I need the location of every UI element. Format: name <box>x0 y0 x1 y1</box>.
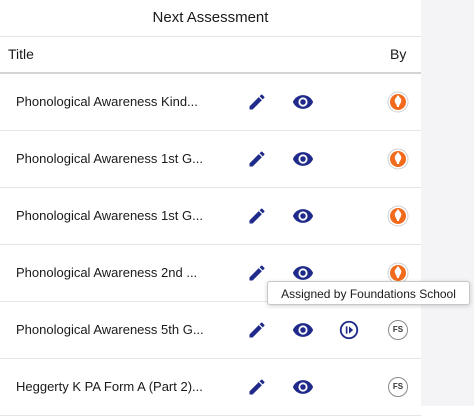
fs-badge-text: FS <box>388 320 408 340</box>
flame-logo-icon <box>387 148 409 170</box>
eye-icon[interactable] <box>291 90 315 114</box>
fs-avatar: FS <box>387 319 409 341</box>
table-row: Phonological Awareness 1st G... <box>0 188 421 245</box>
eye-icon[interactable] <box>291 204 315 228</box>
flame-logo-icon <box>387 205 409 227</box>
eye-icon[interactable] <box>291 147 315 171</box>
assigned-by-tooltip: Assigned by Foundations School <box>267 281 470 305</box>
pencil-icon[interactable] <box>245 375 269 399</box>
table-row: Phonological Awareness 1st G... <box>0 131 421 188</box>
column-header-by: By <box>390 46 407 62</box>
table-header: Title By <box>0 37 421 74</box>
column-header-title: Title <box>8 46 34 62</box>
pencil-icon[interactable] <box>245 147 269 171</box>
assessment-title[interactable]: Phonological Awareness 2nd ... <box>16 245 216 301</box>
panel-title: Next Assessment <box>0 0 421 37</box>
fs-badge-text: FS <box>388 377 408 397</box>
assessment-title[interactable]: Phonological Awareness 5th G... <box>16 302 216 358</box>
pencil-icon[interactable] <box>245 261 269 285</box>
assessment-title[interactable]: Phonological Awareness 1st G... <box>16 131 216 187</box>
play-circle-icon[interactable] <box>337 318 361 342</box>
pencil-icon[interactable] <box>245 318 269 342</box>
eye-icon[interactable] <box>291 375 315 399</box>
pencil-icon[interactable] <box>245 204 269 228</box>
assessment-title[interactable]: Phonological Awareness Kind... <box>16 74 216 130</box>
assessment-title[interactable]: Heggerty K PA Form A (Part 2)... <box>16 359 216 415</box>
side-panel <box>421 0 474 406</box>
pencil-icon[interactable] <box>245 90 269 114</box>
table-row: Phonological Awareness Kind... <box>0 74 421 131</box>
table-row: Heggerty K PA Form A (Part 2)... FS <box>0 359 421 416</box>
assessment-title[interactable]: Phonological Awareness 1st G... <box>16 188 216 244</box>
fs-avatar: FS <box>387 376 409 398</box>
assessment-list: Phonological Awareness Kind... Phonologi… <box>0 74 421 416</box>
table-row: Phonological Awareness 5th G... FS <box>0 302 421 359</box>
eye-icon[interactable] <box>291 318 315 342</box>
next-assessment-panel: Next Assessment Title By Phonological Aw… <box>0 0 421 416</box>
flame-logo-icon <box>387 91 409 113</box>
